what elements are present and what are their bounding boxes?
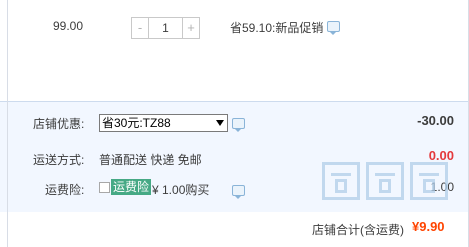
quantity-decrease-button[interactable]: - — [132, 18, 149, 38]
cart-item-row: 99.00 - 1 + 省59.10:新品促销 — [0, 0, 469, 100]
quantity-input[interactable]: 1 — [149, 18, 182, 38]
watermark-logo — [322, 162, 448, 200]
shop-total-label: 店铺合计(含运费) — [312, 223, 404, 237]
left-border — [7, 0, 8, 247]
insurance-label: 运费险: — [45, 183, 85, 197]
shipping-label: 运送方式: — [33, 153, 85, 167]
comment-icon[interactable] — [232, 118, 245, 132]
insurance-price: ¥ 1.00购买 — [152, 183, 210, 197]
promotion-text: 省59.10:新品促销 — [230, 19, 340, 36]
discount-selected-value: 省30元:TZ88 — [102, 116, 171, 130]
quantity-stepper[interactable]: - 1 + — [131, 17, 200, 39]
shipping-method: 普通配送 快递 免邮 — [99, 153, 202, 167]
discount-amount: -30.00 — [417, 113, 454, 128]
insurance-tag[interactable]: 运费险 — [111, 179, 152, 195]
watermark-glyph — [366, 162, 404, 200]
item-price: 99.00 — [53, 19, 84, 33]
dropdown-arrow-icon[interactable] — [216, 120, 224, 126]
watermark-glyph — [410, 162, 448, 200]
shop-total-value: ¥9.90 — [412, 219, 445, 234]
comment-icon[interactable] — [326, 21, 340, 35]
quantity-increase-button[interactable]: + — [182, 18, 199, 38]
comment-icon[interactable] — [232, 185, 246, 199]
insurance-checkbox[interactable] — [99, 182, 110, 193]
discount-select[interactable]: 省30元:TZ88 — [99, 114, 228, 132]
discount-label: 店铺优惠: — [33, 117, 85, 131]
shipping-amount: 0.00 — [428, 148, 454, 163]
promotion-label: 省59.10:新品促销 — [230, 21, 324, 35]
watermark-glyph — [322, 162, 360, 200]
